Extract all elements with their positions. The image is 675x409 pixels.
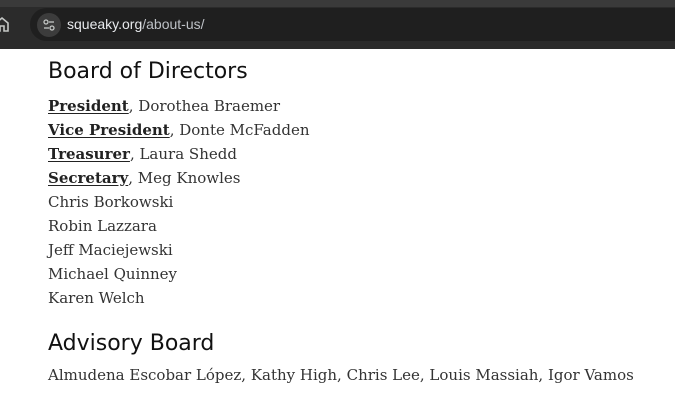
advisory-heading: Advisory Board [48, 331, 215, 356]
site-settings-icon[interactable] [37, 13, 61, 37]
url-text[interactable]: squeaky.org/about-us/ [67, 16, 205, 32]
role-link-vice-president[interactable]: Vice President [48, 121, 170, 139]
role-link-secretary[interactable]: Secretary [48, 169, 128, 187]
member-row: Chris Borkowski [48, 193, 174, 211]
officer-row: Treasurer, Laura Shedd [48, 142, 309, 166]
member-row: Michael Quinney [48, 265, 178, 283]
officer-name: , Donte McFadden [169, 121, 310, 139]
url-domain: squeaky.org [67, 16, 143, 32]
advisory-members: Almudena Escobar López, Kathy High, Chri… [48, 366, 634, 384]
browser-toolbar: squeaky.org/about-us/ [0, 0, 675, 49]
member-row: Robin Lazzara [48, 217, 157, 235]
officer-row: Secretary, Meg Knowles [48, 166, 309, 190]
officer-name: , Laura Shedd [129, 145, 237, 163]
address-bar[interactable]: squeaky.org/about-us/ [30, 8, 675, 41]
member-row: Karen Welch [48, 289, 145, 307]
role-link-treasurer[interactable]: Treasurer [48, 145, 130, 163]
officer-name: , Meg Knowles [128, 169, 241, 187]
officer-row: Vice President, Donte McFadden [48, 118, 309, 142]
url-path: /about-us/ [142, 16, 205, 32]
member-row: Jeff Maciejewski [48, 241, 173, 259]
tab-strip [0, 0, 675, 7]
officer-row: President, Dorothea Braemer [48, 94, 309, 118]
board-heading: Board of Directors [48, 59, 248, 84]
officer-name: , Dorothea Braemer [128, 97, 281, 115]
home-icon[interactable] [0, 15, 10, 33]
role-link-president[interactable]: President [48, 97, 129, 115]
board-list: President, Dorothea Braemer Vice Preside… [48, 94, 309, 310]
